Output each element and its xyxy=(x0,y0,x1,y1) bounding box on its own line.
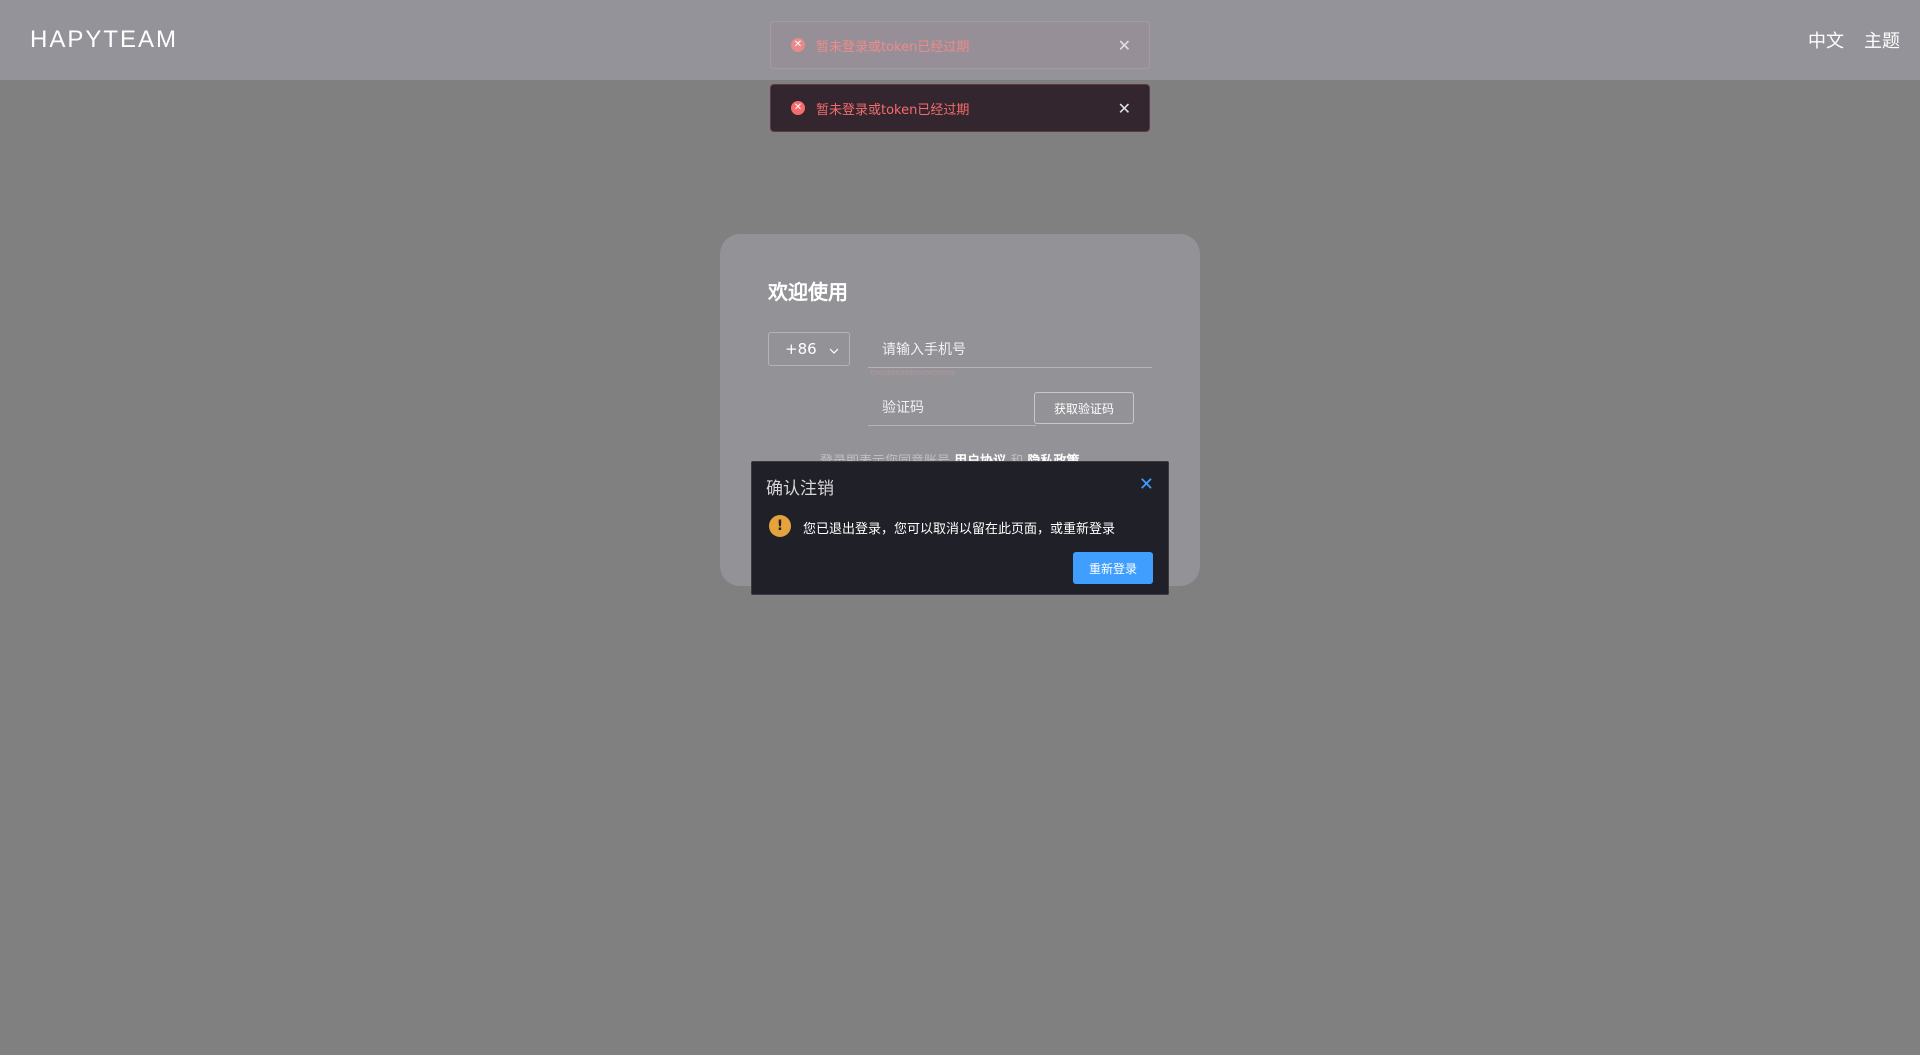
verification-code-input[interactable] xyxy=(868,390,1036,426)
toast-message: 暂未登录或token已经过期 xyxy=(816,102,970,118)
error-icon: ✕ xyxy=(791,38,805,52)
close-icon[interactable]: ✕ xyxy=(1118,36,1131,55)
confirm-logout-dialog: 确认注销 ✕ ! 您已退出登录，您可以取消以留在此页面，或重新登录 重新登录 xyxy=(751,461,1169,595)
get-code-button[interactable]: 获取验证码 xyxy=(1034,392,1134,424)
close-icon[interactable]: ✕ xyxy=(1118,99,1131,118)
warning-icon: ! xyxy=(769,515,791,537)
header-actions: 中文 主题 xyxy=(1808,27,1900,53)
phone-hint: ▭▭▭▭▭▭▭▭▭▭ xyxy=(870,368,956,378)
toast-message: 暂未登录或token已经过期 xyxy=(816,39,970,55)
error-toast: ✕ 暂未登录或token已经过期 ✕ xyxy=(770,84,1150,132)
dialog-message: 您已退出登录，您可以取消以留在此页面，或重新登录 xyxy=(803,522,1116,537)
dialog-title: 确认注销 xyxy=(766,479,834,499)
relogin-button[interactable]: 重新登录 xyxy=(1073,552,1153,584)
country-code-value: +86 xyxy=(785,340,817,358)
theme-switch[interactable]: 主题 xyxy=(1864,27,1900,53)
error-icon: ✕ xyxy=(791,101,805,115)
country-code-select[interactable]: +86 xyxy=(768,332,850,366)
chevron-down-icon xyxy=(829,340,839,358)
language-switch[interactable]: 中文 xyxy=(1808,27,1844,53)
login-title: 欢迎使用 xyxy=(768,280,848,304)
close-icon[interactable]: ✕ xyxy=(1139,474,1154,495)
error-toast: ✕ 暂未登录或token已经过期 ✕ xyxy=(770,21,1150,69)
phone-input[interactable] xyxy=(868,332,1152,368)
logo: HAPYTEAM xyxy=(30,26,179,53)
